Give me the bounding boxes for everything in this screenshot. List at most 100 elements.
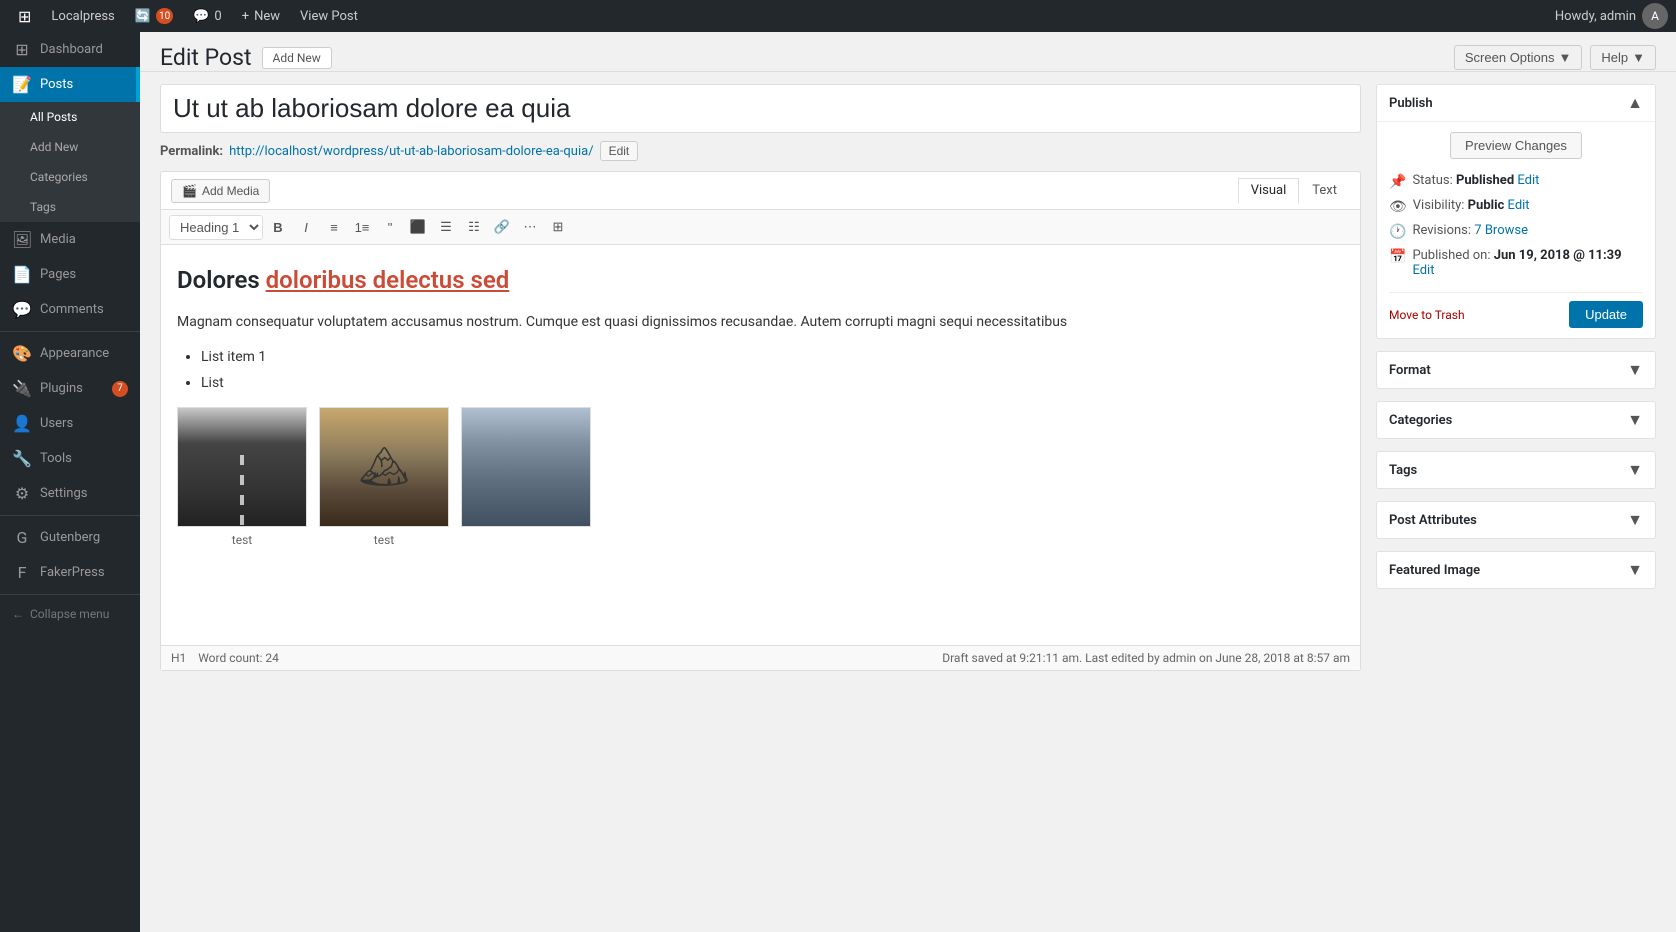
visibility-value: Public [1468,198,1505,213]
revisions-icon: 🕐 [1389,224,1406,240]
admin-avatar: A [1642,3,1668,29]
categories-metabox-header[interactable]: Categories ▼ [1377,402,1655,438]
comments-menu-icon: 💬 [12,300,32,319]
sidebar-item-comments[interactable]: 💬 Comments [0,292,140,327]
add-media-label: Add Media [202,184,259,198]
pages-icon: 📄 [12,265,32,284]
insert-more-button[interactable]: ⋯ [517,214,543,240]
tags-metabox-header[interactable]: Tags ▼ [1377,452,1655,488]
categories-title: Categories [1389,413,1452,428]
publish-meta-list: 📌 Status: Published Edit 👁 Visibility: P… [1389,169,1643,282]
visibility-icon: 👁 [1389,199,1407,215]
status-icon: 📌 [1389,174,1406,190]
format-metabox-header[interactable]: Format ▼ [1377,352,1655,388]
content-paragraph: Magnam consequatur voluptatem accusamus … [177,311,1344,333]
permalink-url[interactable]: http://localhost/wordpress/ut-ut-ab-labo… [229,144,593,159]
revisions-browse-link[interactable]: Browse [1485,223,1528,238]
sidebar-item-tools[interactable]: 🔧 Tools [0,441,140,476]
table-button[interactable]: ⊞ [545,214,571,240]
image-gallery: test test [177,407,1344,550]
blockquote-button[interactable]: " [377,214,403,240]
editor-content[interactable]: Dolores doloribus delectus sed Magnam co… [161,245,1360,645]
content-body: Permalink: http://localhost/wordpress/ut… [140,72,1676,683]
featured-image-metabox-header[interactable]: Featured Image ▼ [1377,552,1655,588]
tags-label: Tags [30,200,56,214]
align-right-button[interactable]: ☷ [461,214,487,240]
add-media-button[interactable]: 🎬 Add Media [171,179,270,203]
sidebar-item-gutenberg[interactable]: G Gutenberg [0,520,140,555]
sidebar-item-tags[interactable]: Tags [0,192,140,222]
sidebar-item-users[interactable]: 👤 Users [0,406,140,441]
sidebar-item-users-label: Users [40,416,73,431]
updates-count: 10 [156,8,173,24]
tags-chevron: ▼ [1627,460,1643,480]
editor-main: Permalink: http://localhost/wordpress/ut… [160,84,1361,671]
site-name-item[interactable]: Localpress [41,0,124,32]
publish-visibility-item: 👁 Visibility: Public Edit [1389,194,1643,219]
text-tab[interactable]: Text [1299,178,1350,203]
italic-button[interactable]: I [293,214,319,240]
post-attributes-metabox-header[interactable]: Post Attributes ▼ [1377,502,1655,538]
sidebar-item-all-posts[interactable]: All Posts [0,102,140,132]
comments-item[interactable]: 💬 0 [183,0,232,32]
wp-body: Edit Post Add New Screen Options ▼ Help … [140,32,1676,932]
statusbar-right: Draft saved at 9:21:11 am. Last edited b… [942,651,1350,665]
word-count-label: Word count: [198,651,262,665]
post-title-input[interactable] [160,84,1361,133]
help-chevron: ▼ [1632,50,1645,65]
sidebar-item-fakerpress[interactable]: F FakerPress [0,555,140,590]
permalink-row: Permalink: http://localhost/wordpress/ut… [160,141,1361,161]
bold-button[interactable]: B [265,214,291,240]
page-title-area: Edit Post Add New [160,44,332,71]
word-count: 24 [265,651,279,665]
status-edit-link[interactable]: Edit [1517,173,1539,188]
wp-logo-item[interactable]: ⊞ [8,0,41,32]
page-title: Edit Post [160,44,252,71]
updates-item[interactable]: 🔄 10 [125,0,183,32]
appearance-icon: 🎨 [12,344,32,363]
view-post-item[interactable]: View Post [290,0,368,32]
sidebar-item-media[interactable]: 🖼 Media [0,222,140,257]
sidebar-item-add-new[interactable]: Add New [0,132,140,162]
categories-chevron: ▼ [1627,410,1643,430]
collapse-menu-btn[interactable]: ← Collapse menu [0,599,140,629]
align-center-button[interactable]: ☰ [433,214,459,240]
publish-title: Publish [1389,96,1433,111]
sidebar-item-dashboard[interactable]: ⊞ Dashboard [0,32,140,67]
help-button[interactable]: Help ▼ [1590,45,1656,70]
published-edit-link[interactable]: Edit [1412,263,1434,278]
heading-select[interactable]: Heading 1 [169,215,263,240]
link-button[interactable]: 🔗 [489,214,515,240]
visual-tab[interactable]: Visual [1238,178,1300,204]
content-heading-underline: doloribus delectus sed [266,266,510,294]
update-button[interactable]: Update [1569,301,1643,328]
published-value: Jun 19, 2018 @ 11:39 [1494,248,1622,263]
publish-metabox-header[interactable]: Publish ▲ [1377,85,1655,122]
unordered-list-button[interactable]: ≡ [321,214,347,240]
statusbar-path: H1 [171,651,186,665]
posts-icon: 📝 [12,75,32,94]
move-to-trash-link[interactable]: Move to Trash [1389,308,1465,322]
list-item-1: List item 1 [201,346,1344,368]
sidebar-item-settings[interactable]: ⚙ Settings [0,476,140,511]
sidebar-item-appearance[interactable]: 🎨 Appearance [0,336,140,371]
tools-icon: 🔧 [12,449,32,468]
plugins-badge: 7 [112,381,128,397]
add-new-button[interactable]: Add New [262,47,332,69]
sidebar-item-pages[interactable]: 📄 Pages [0,257,140,292]
view-post-label: View Post [300,9,358,24]
sidebar-item-posts[interactable]: 📝 Posts [0,67,140,102]
permalink-edit-button[interactable]: Edit [600,141,639,161]
screen-options-button[interactable]: Screen Options ▼ [1454,45,1582,70]
sidebar-item-categories[interactable]: Categories [0,162,140,192]
new-item[interactable]: + New [232,0,290,32]
featured-image-title: Featured Image [1389,563,1480,578]
gallery-item-3 [461,407,591,550]
ordered-list-button[interactable]: 1≡ [349,214,375,240]
visibility-edit-link[interactable]: Edit [1508,198,1530,213]
align-left-button[interactable]: ⬛ [405,214,431,240]
categories-metabox: Categories ▼ [1376,401,1656,439]
preview-changes-button[interactable]: Preview Changes [1450,132,1582,159]
format-metabox: Format ▼ [1376,351,1656,389]
sidebar-item-plugins[interactable]: 🔌 Plugins 7 [0,371,140,406]
